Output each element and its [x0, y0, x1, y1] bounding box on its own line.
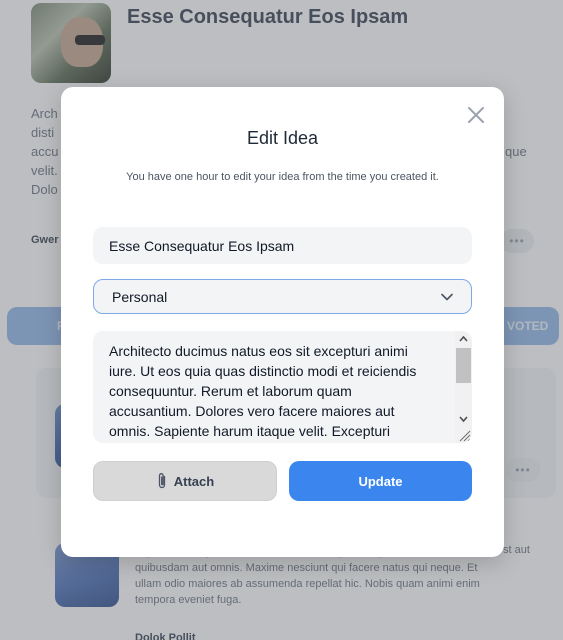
category-select-value: Personal	[112, 288, 168, 305]
description-scrollbar[interactable]	[455, 331, 472, 443]
resize-handle-icon[interactable]	[457, 428, 471, 442]
scrollbar-thumb[interactable]	[456, 348, 471, 383]
idea-title-input[interactable]	[93, 227, 472, 264]
update-button-label: Update	[358, 473, 403, 489]
scroll-up-icon[interactable]	[455, 331, 472, 347]
paperclip-icon	[158, 473, 165, 489]
close-icon	[468, 107, 484, 123]
chevron-down-icon	[441, 293, 453, 300]
close-button[interactable]	[465, 104, 487, 126]
modal-title: Edit Idea	[246, 128, 319, 148]
attach-button[interactable]: Attach	[93, 461, 277, 501]
category-select[interactable]: Personal	[93, 279, 472, 314]
description-text: Architecto ducimus natus eos sit exceptu…	[109, 343, 417, 439]
modal-subtitle: You have one hour to edit your idea from…	[126, 171, 439, 183]
scroll-down-icon[interactable]	[455, 411, 472, 427]
attach-button-label: Attach	[173, 473, 215, 489]
update-button[interactable]: Update	[289, 461, 472, 501]
edit-idea-modal: Edit Idea You have one hour to edit your…	[61, 87, 504, 557]
description-textarea[interactable]: Architecto ducimus natus eos sit exceptu…	[93, 331, 472, 443]
